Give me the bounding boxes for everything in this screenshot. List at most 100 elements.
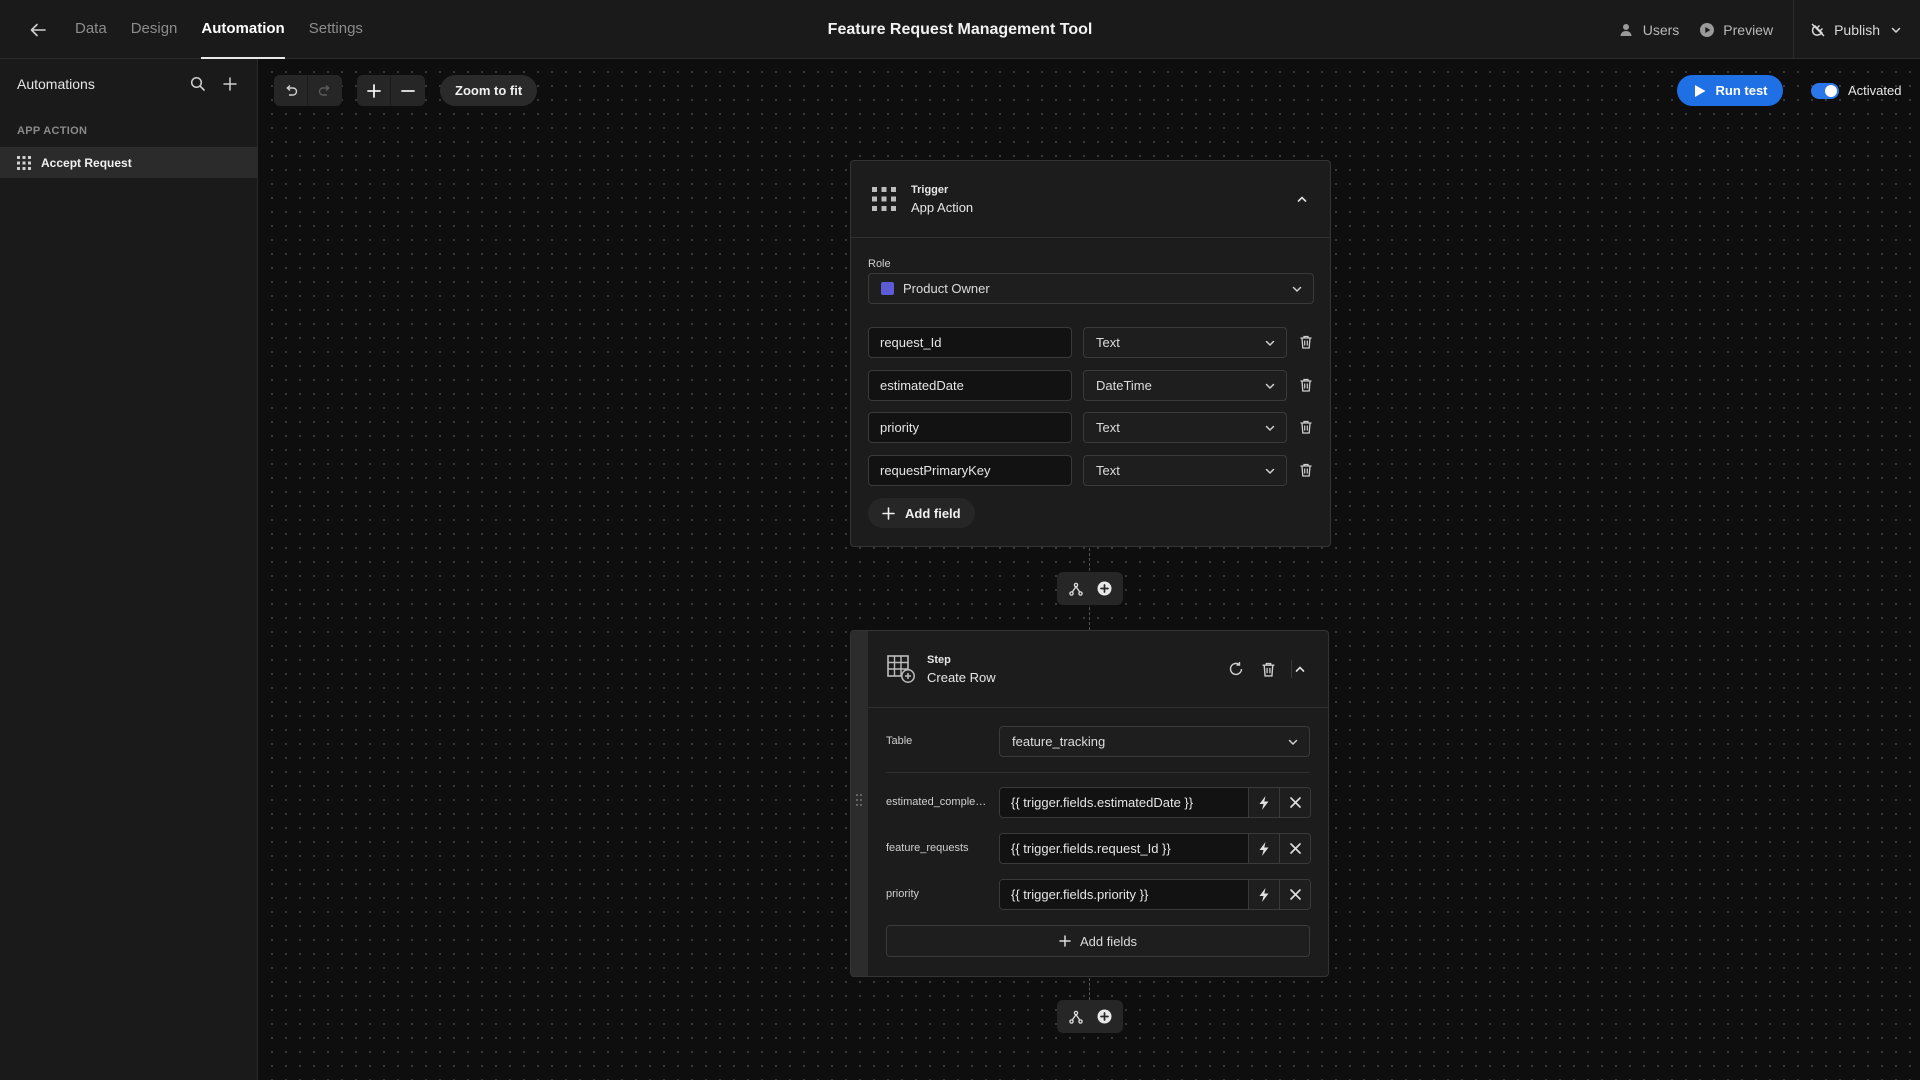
chevron-down-icon [1292, 286, 1302, 293]
delete-field-trash-icon[interactable] [1297, 333, 1315, 351]
table-label: Table [886, 735, 913, 747]
role-value: Product Owner [903, 281, 990, 296]
grid-dots-icon [17, 155, 31, 170]
create-row-icon [887, 655, 915, 683]
clear-x-icon[interactable] [1279, 834, 1310, 863]
field-type-value: Text [1096, 463, 1120, 478]
delete-field-trash-icon[interactable] [1297, 418, 1315, 436]
refresh-icon[interactable] [1226, 659, 1246, 679]
add-field-button[interactable]: Add field [868, 498, 975, 528]
trigger-card-header[interactable]: Trigger App Action [851, 161, 1330, 238]
zoom-group [357, 75, 425, 106]
lightning-bolt-icon[interactable] [1248, 834, 1279, 863]
column-label: feature_requests [886, 842, 969, 854]
tab-data[interactable]: Data [75, 0, 107, 59]
users-icon [1620, 23, 1632, 36]
back-arrow-icon[interactable] [26, 18, 50, 42]
lightning-bolt-icon[interactable] [1248, 880, 1279, 909]
clear-x-icon[interactable] [1279, 880, 1310, 909]
branch-icon[interactable] [1067, 580, 1085, 598]
clear-x-icon[interactable] [1279, 788, 1310, 817]
lightning-bolt-icon[interactable] [1248, 788, 1279, 817]
undo-icon[interactable] [274, 75, 308, 106]
trigger-card: Trigger App Action Role Product Owner re… [850, 160, 1331, 547]
field-type-value: Text [1096, 420, 1120, 435]
plus-icon [882, 506, 895, 520]
node-actions [1057, 1000, 1123, 1033]
field-type-value: Text [1096, 335, 1120, 350]
section-divider [886, 772, 1310, 773]
search-icon[interactable] [188, 74, 208, 94]
role-color-swatch [881, 282, 894, 295]
column-label: estimated_comple… [886, 796, 987, 808]
field-name-input[interactable]: requestPrimaryKey [868, 455, 1072, 486]
branch-icon[interactable] [1067, 1008, 1085, 1026]
preview-label: Preview [1723, 21, 1774, 38]
tab-automation[interactable]: Automation [201, 0, 286, 59]
flow-connector [1089, 978, 1090, 1000]
users-button[interactable]: Users [1619, 21, 1680, 38]
tab-design[interactable]: Design [131, 0, 178, 59]
add-fields-button[interactable]: Add fields [886, 925, 1310, 957]
zoom-out-icon[interactable] [391, 75, 425, 106]
toggle-switch[interactable] [1811, 82, 1839, 99]
redo-icon[interactable] [308, 75, 342, 106]
run-test-label: Run test [1715, 83, 1768, 98]
zoom-in-icon[interactable] [357, 75, 391, 106]
nav-tabs: Data Design Automation Settings [75, 0, 387, 59]
publish-button[interactable]: Publish [1793, 0, 1920, 59]
field-type-select[interactable]: Text [1083, 412, 1287, 443]
column-binding: {{ trigger.fields.request_Id }} [999, 833, 1311, 864]
binding-input[interactable]: {{ trigger.fields.request_Id }} [1000, 834, 1248, 863]
field-type-value: DateTime [1096, 378, 1152, 393]
collapse-chevron-up-icon[interactable] [1290, 659, 1310, 679]
binding-input[interactable]: {{ trigger.fields.priority }} [1000, 880, 1248, 909]
node-actions [1057, 572, 1123, 605]
sidebar-item-accept-request[interactable]: Accept Request [0, 147, 257, 178]
undo-redo-group [274, 75, 342, 106]
collapse-chevron-up-icon[interactable] [1292, 189, 1312, 209]
preview-button[interactable]: Preview [1699, 22, 1773, 38]
chevron-down-icon [1265, 340, 1275, 347]
chevron-down-icon [1288, 739, 1298, 746]
zoom-to-fit-button[interactable]: Zoom to fit [440, 75, 538, 106]
add-step-plus-circle-icon[interactable] [1095, 1008, 1113, 1026]
field-type-select[interactable]: Text [1083, 327, 1287, 358]
trigger-kicker: Trigger [911, 183, 949, 196]
delete-field-trash-icon[interactable] [1297, 376, 1315, 394]
plus-icon [1059, 935, 1071, 947]
table-select[interactable]: feature_tracking [999, 726, 1310, 757]
sidebar-item-label: Accept Request [41, 155, 132, 170]
table-value: feature_tracking [1012, 734, 1106, 749]
sidebar-header: Automations [0, 59, 257, 109]
run-test-button[interactable]: Run test [1677, 75, 1783, 106]
top-right-actions: Users Preview Publish [1619, 0, 1920, 59]
field-name-input[interactable]: estimatedDate [868, 370, 1072, 401]
tab-settings[interactable]: Settings [309, 0, 363, 59]
step-kicker: Step [927, 653, 951, 666]
column-binding: {{ trigger.fields.priority }} [999, 879, 1311, 910]
role-select[interactable]: Product Owner [868, 273, 1314, 304]
chevron-down-icon [1265, 383, 1275, 390]
step-card: Step Create Row Table feature_tracking e… [850, 630, 1329, 977]
delete-field-trash-icon[interactable] [1297, 461, 1315, 479]
drag-handle-bar[interactable] [851, 631, 868, 976]
binding-input[interactable]: {{ trigger.fields.estimatedDate }} [1000, 788, 1248, 817]
users-label: Users [1642, 21, 1680, 38]
activated-toggle[interactable]: Activated [1811, 75, 1901, 106]
chevron-down-icon [1891, 27, 1901, 33]
field-name-input[interactable]: request_Id [868, 327, 1072, 358]
field-type-select[interactable]: DateTime [1083, 370, 1287, 401]
field-name-input[interactable]: priority [868, 412, 1072, 443]
field-type-select[interactable]: Text [1083, 455, 1287, 486]
chevron-down-icon [1265, 468, 1275, 475]
chevron-down-icon [1265, 425, 1275, 432]
delete-step-trash-icon[interactable] [1258, 659, 1278, 679]
add-field-label: Add field [905, 505, 961, 521]
role-label: Role [868, 258, 891, 270]
step-card-header[interactable]: Step Create Row [868, 631, 1328, 708]
add-automation-icon[interactable] [220, 74, 240, 94]
add-step-plus-circle-icon[interactable] [1095, 580, 1113, 598]
add-fields-label: Add fields [1079, 933, 1138, 949]
trigger-name: App Action [911, 199, 974, 215]
